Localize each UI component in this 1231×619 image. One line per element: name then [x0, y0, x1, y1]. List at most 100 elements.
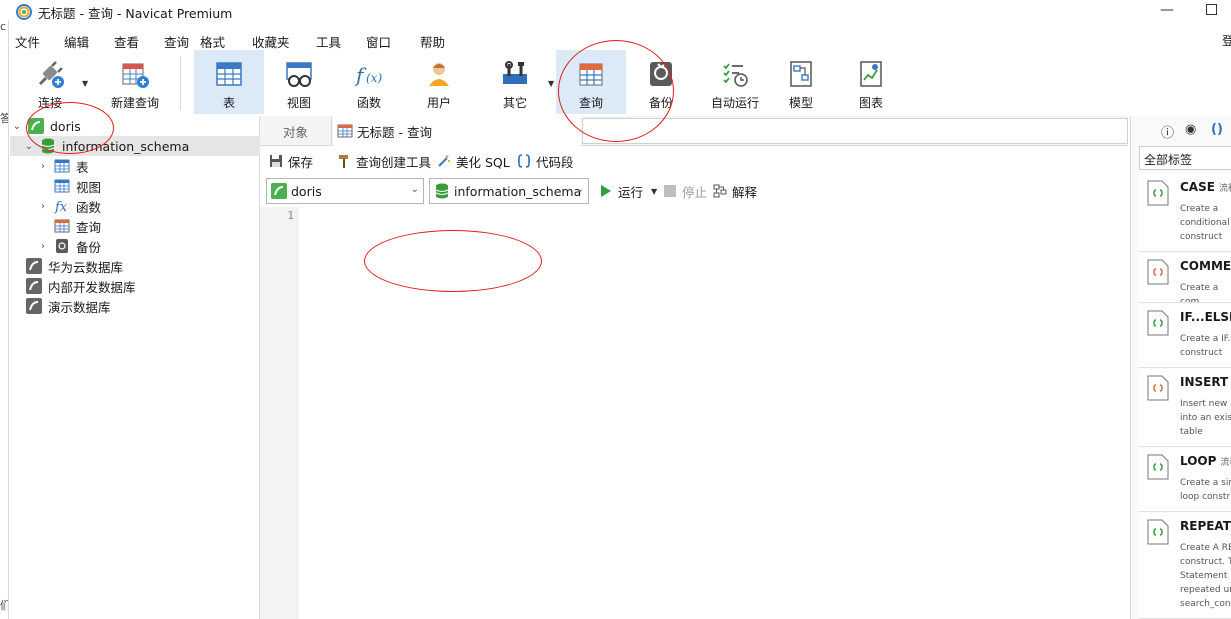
backup-button[interactable]: 备份	[630, 50, 692, 114]
query-toolbar: 保存 查询创建工具 美化 SQL 代码段	[260, 147, 1128, 175]
beautify-sql-label: 美化 SQL	[456, 154, 510, 170]
tree-database-information-schema[interactable]: ⌄ information_schema	[10, 136, 260, 156]
connection-select[interactable]: doris ⌄	[266, 178, 424, 204]
tree-connection-doris[interactable]: ⌄ doris	[10, 116, 260, 136]
model-label: 模型	[788, 96, 813, 110]
menu-window[interactable]: 窗口	[366, 32, 391, 51]
snippet-repeat[interactable]: REPEAT Create A REI construct. T Stateme…	[1139, 513, 1231, 619]
database-select[interactable]: information_schema ⌄	[429, 178, 589, 204]
function-label: 函数	[356, 96, 381, 110]
tree-connection-huawei[interactable]: 华为云数据库	[10, 256, 260, 276]
run-dropdown-icon[interactable]: ▼	[651, 187, 657, 196]
line-number: 1	[287, 209, 294, 222]
braces-icon[interactable]: ()	[1211, 122, 1223, 137]
new-query-button[interactable]: 新建查询	[96, 50, 174, 114]
snippet-title: IF...ELSE..	[1180, 310, 1231, 324]
view-button[interactable]: 视图	[268, 50, 330, 114]
tree-item-label: 表	[76, 159, 89, 175]
snippet-loop[interactable]: LOOP流程 Create a sim loop constr	[1139, 448, 1231, 512]
chart-label: 图表	[858, 96, 883, 110]
query-icon	[337, 123, 353, 139]
user-button[interactable]: 用户	[408, 50, 470, 114]
table-button[interactable]: 表	[194, 50, 264, 114]
chevron-down-icon: ⌄	[410, 184, 419, 195]
snippet-file-icon	[1147, 519, 1169, 545]
snippet-case[interactable]: CASE流程 Create a conditional construct	[1139, 174, 1231, 252]
chevron-down-icon[interactable]: ⌄	[24, 141, 34, 152]
automation-button[interactable]: 自动运行	[700, 50, 770, 114]
snippet-description: Create a sim loop constr	[1180, 478, 1231, 502]
snippet-panel: ⓘ ◉ () 全部标签 CASE流程 Create a conditional …	[1130, 116, 1231, 619]
sql-editor[interactable]: 1	[260, 207, 1128, 619]
menu-view[interactable]: 查看	[114, 32, 139, 51]
tag-filter-select[interactable]: 全部标签	[1139, 146, 1231, 170]
view-icon	[54, 178, 70, 194]
menu-format[interactable]: 格式	[200, 32, 225, 51]
code-snippet-button[interactable]: 代码段	[516, 152, 574, 170]
info-icon[interactable]: ⓘ	[1161, 122, 1174, 141]
main-toolbar: 连接 ▼ 新建查询 表 视图 f (x) 函数 用户 其它 ▼ 查询 备份 自动…	[10, 50, 1231, 116]
chart-button[interactable]: 图表	[840, 50, 902, 114]
function-button[interactable]: f (x) 函数	[338, 50, 400, 114]
tree-connection-demo[interactable]: 演示数据库	[10, 296, 260, 316]
model-button[interactable]: 模型	[770, 50, 832, 114]
query-builder-button[interactable]: 查询创建工具	[336, 152, 431, 170]
tab-untitled-query[interactable]: 无标题 - 查询	[333, 116, 581, 146]
run-button[interactable]: 运行 ▼	[598, 182, 657, 200]
view-label: 视图	[286, 96, 311, 110]
query-button[interactable]: 查询	[556, 50, 626, 114]
snippet-insert[interactable]: INSERT S Insert new r into an exist tabl…	[1139, 369, 1231, 447]
tree-item-tables[interactable]: › 表	[10, 156, 260, 176]
menu-file[interactable]: 文件	[15, 32, 40, 51]
snippet-description: Create A REI construct. T Statement lis …	[1180, 543, 1231, 609]
connection-name: doris	[50, 118, 81, 134]
snippet-comment[interactable]: COMMEN Create a com	[1139, 253, 1231, 303]
chevron-right-icon[interactable]: ›	[38, 201, 48, 212]
window-title: 无标题 - 查询 - Navicat Premium	[38, 5, 233, 21]
automation-icon	[723, 63, 748, 87]
other-dropdown-icon[interactable]: ▼	[548, 79, 554, 88]
eye-icon[interactable]: ◉	[1185, 122, 1196, 137]
chevron-right-icon[interactable]: ›	[38, 161, 48, 172]
snippet-title: COMMEN	[1180, 259, 1231, 273]
tree-connection-internal[interactable]: 内部开发数据库	[10, 276, 260, 296]
hammer-icon	[336, 153, 352, 169]
beautify-sql-button[interactable]: 美化 SQL	[436, 152, 510, 170]
stop-label: 停止	[682, 184, 708, 200]
menu-favorites[interactable]: 收藏夹	[252, 32, 290, 51]
menu-edit[interactable]: 编辑	[64, 32, 89, 51]
minimize-button[interactable]: —	[1160, 2, 1174, 18]
chevron-right-icon[interactable]: ›	[38, 241, 48, 252]
view-icon	[286, 62, 312, 87]
toolbar-separator	[180, 56, 181, 110]
menu-query[interactable]: 查询	[164, 32, 189, 51]
tree-item-views[interactable]: 视图	[10, 176, 260, 196]
snippet-panel-header: ⓘ ◉ ()	[1131, 118, 1231, 142]
menu-tools[interactable]: 工具	[316, 32, 341, 51]
connect-button[interactable]: 连接	[24, 50, 76, 114]
save-label: 保存	[288, 154, 314, 170]
stop-button[interactable]: 停止	[662, 182, 707, 200]
tree-item-queries[interactable]: 查询	[10, 216, 260, 236]
new-query-label: 新建查询	[110, 96, 159, 110]
tree-item-functions[interactable]: › fx 函数	[10, 196, 260, 216]
snippet-if-else[interactable]: IF...ELSE.. Create a IF... construct	[1139, 304, 1231, 368]
menu-help[interactable]: 帮助	[420, 32, 445, 51]
backup-label: 备份	[648, 96, 673, 110]
other-button[interactable]: 其它	[484, 50, 546, 114]
explain-button[interactable]: 解释	[712, 182, 757, 200]
table-icon	[54, 158, 70, 174]
tree-item-label: 备份	[76, 239, 102, 255]
table-icon	[216, 62, 242, 86]
chevron-down-icon[interactable]: ⌄	[12, 121, 22, 132]
connection-select-value: doris	[291, 183, 322, 199]
tree-item-backups[interactable]: › 备份	[10, 236, 260, 256]
login-link[interactable]: 登	[1222, 32, 1231, 49]
tab-label: 无标题 - 查询	[357, 124, 432, 140]
database-select-value: information_schema	[454, 183, 582, 199]
save-button[interactable]: 保存	[268, 152, 313, 170]
maximize-button[interactable]	[1206, 4, 1217, 15]
tab-objects[interactable]: 对象	[260, 116, 332, 146]
connect-dropdown-icon[interactable]: ▼	[82, 79, 88, 88]
menu-bar: 文件 编辑 查看 查询 格式 收藏夹 工具 窗口 帮助	[0, 28, 1231, 50]
